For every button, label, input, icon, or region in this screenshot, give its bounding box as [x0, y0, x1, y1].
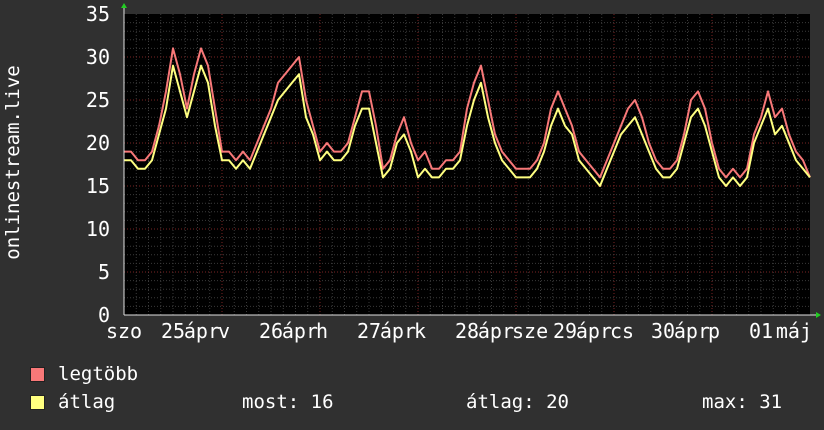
legend-label-atlag: átlag	[58, 391, 116, 413]
x-tick-label: ápr	[380, 319, 416, 343]
y-tick-label: 30	[86, 45, 110, 69]
legend-label-legtobb: legtöbb	[58, 363, 139, 385]
y-tick-label: 10	[86, 217, 110, 241]
x-tick-label: v	[218, 319, 230, 343]
y-tick-label: 25	[86, 88, 110, 112]
y-axis-label: onlinestream.live	[2, 65, 24, 259]
x-tick-label: 27	[357, 319, 381, 343]
x-tick-label: ápr	[576, 319, 612, 343]
chart-stage: 0 5 10 15 20 25 30 35 onlinestream.live szo 25 ápr v…	[0, 0, 824, 430]
y-tick-label: 5	[98, 260, 110, 284]
stat-max-label: max:	[702, 391, 748, 413]
x-tick-label: 26	[259, 319, 283, 343]
x-tick-label: 30	[651, 319, 675, 343]
stat-most-label: most:	[242, 391, 300, 413]
x-tick-label: h	[316, 319, 328, 343]
stat-atlag-value: 20	[546, 391, 569, 413]
legend-swatch-legtobb	[30, 367, 45, 382]
x-tick-label: k	[414, 319, 426, 343]
x-tick-label: 25	[161, 319, 185, 343]
x-tick-label: 01	[749, 319, 773, 343]
x-tick-label: máj	[776, 319, 812, 343]
x-tick-label: ápr	[478, 319, 514, 343]
legend-swatch-atlag	[30, 395, 45, 410]
stat-most: most: 16	[242, 392, 334, 412]
stat-max-value: 31	[759, 391, 783, 413]
x-tick-label: cs	[610, 319, 634, 343]
stat-atlag-label: átlag:	[466, 391, 535, 413]
y-tick-label: 35	[86, 2, 110, 26]
y-tick-label: 20	[86, 131, 110, 155]
x-tick-label: szo	[106, 319, 142, 343]
x-tick-label: ápr	[184, 319, 220, 343]
stat-max: max: 31	[702, 392, 782, 412]
x-tick-label: p	[708, 319, 720, 343]
y-tick-label: 15	[86, 174, 110, 198]
y-axis-arrow-icon	[121, 3, 127, 8]
x-tick-label: ápr	[674, 319, 710, 343]
x-tick-label: sze	[512, 319, 548, 343]
x-tick-label: ápr	[282, 319, 318, 343]
x-tick-label: 28	[455, 319, 479, 343]
stat-atlag: átlag: 20	[466, 392, 569, 412]
x-axis-arrow-icon	[816, 312, 821, 318]
stat-most-value: 16	[310, 391, 334, 413]
x-tick-label: 29	[553, 319, 577, 343]
